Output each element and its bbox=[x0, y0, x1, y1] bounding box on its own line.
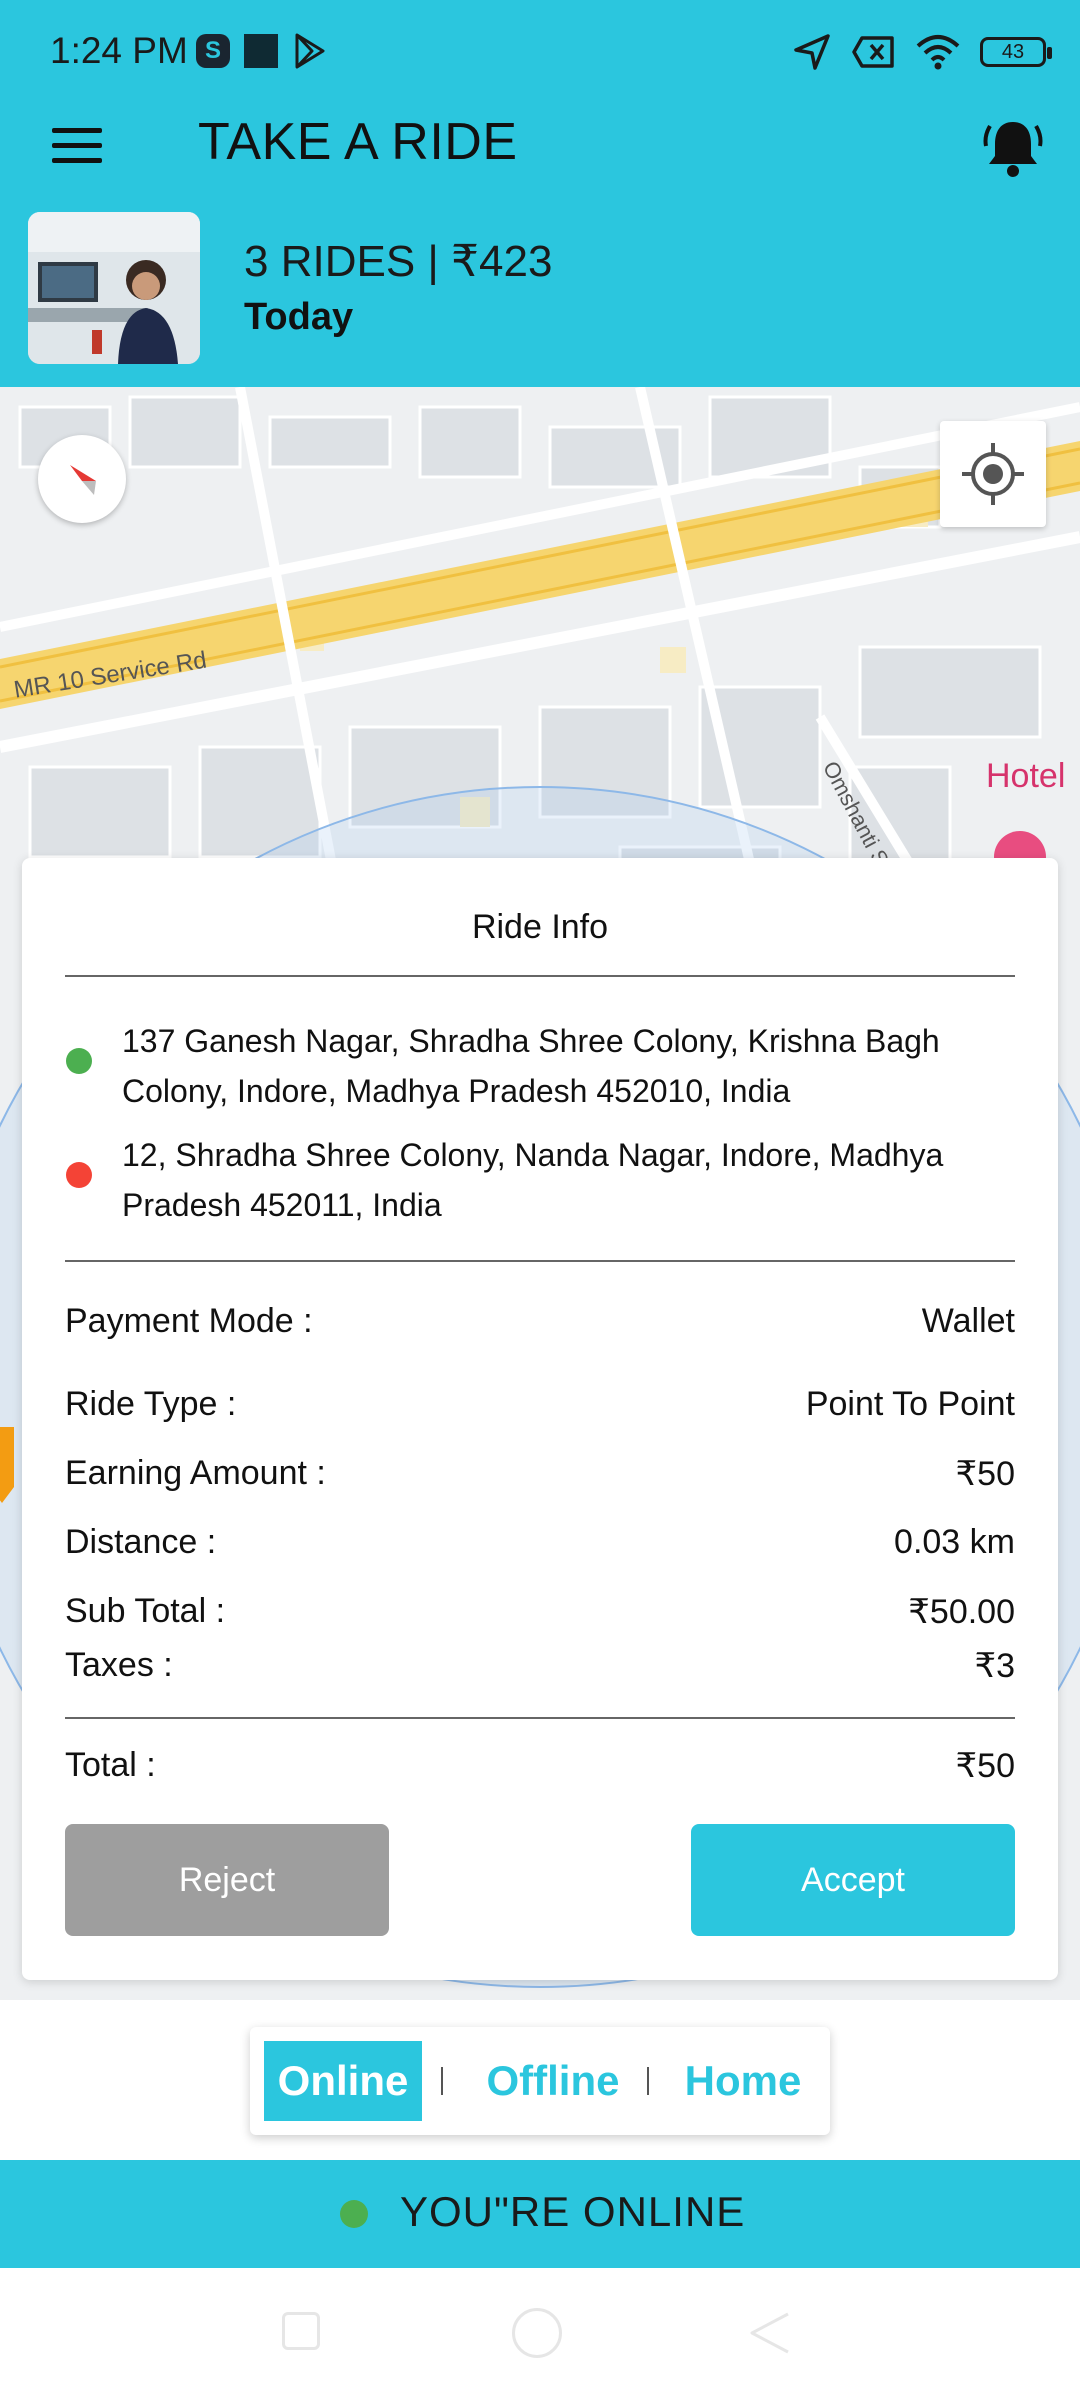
page-title: TAKE A RIDE bbox=[198, 113, 518, 171]
row-label: Taxes : bbox=[65, 1646, 173, 1684]
total-row: Total : ₹50 bbox=[65, 1746, 1015, 1796]
signal-off-icon bbox=[852, 36, 894, 68]
battery-icon: 43 bbox=[980, 37, 1052, 67]
app-notification-icon bbox=[244, 34, 278, 68]
row-label: Distance : bbox=[65, 1523, 217, 1561]
divider bbox=[65, 1717, 1015, 1719]
driver-avatar[interactable] bbox=[28, 212, 200, 364]
my-location-icon[interactable] bbox=[940, 421, 1046, 527]
row-value: Point To Point bbox=[805, 1385, 1015, 1423]
play-store-icon bbox=[295, 33, 325, 69]
row-value: Wallet bbox=[921, 1302, 1015, 1340]
divider bbox=[65, 975, 1015, 977]
period-label: Today bbox=[244, 296, 354, 338]
row-value: ₹50 bbox=[955, 1455, 1015, 1493]
drop-address: 12, Shradha Shree Colony, Nanda Nagar, I… bbox=[122, 1137, 944, 1223]
recents-icon[interactable] bbox=[282, 2312, 320, 2350]
row-value: ₹3 bbox=[974, 1647, 1015, 1685]
poi-label[interactable]: Hotel bbox=[986, 757, 1065, 796]
ride-info-card: Ride Info 137 Ganesh Nagar, Shradha Shre… bbox=[22, 858, 1058, 1980]
system-nav-bar bbox=[0, 2268, 1080, 2400]
online-status-banner: YOU"RE ONLINE bbox=[0, 2160, 1080, 2268]
ride-info-title: Ride Info bbox=[471, 908, 609, 946]
separator bbox=[647, 2067, 649, 2095]
wifi-icon bbox=[916, 35, 960, 70]
mode-switcher: Online Offline Home bbox=[250, 2027, 830, 2135]
total-label: Total : bbox=[65, 1746, 156, 1784]
row-label: Earning Amount : bbox=[65, 1454, 326, 1492]
rides-summary: 3 RIDES | ₹423 bbox=[244, 237, 553, 286]
ride-type-row: Ride Type : Point To Point bbox=[65, 1385, 1015, 1435]
earning-amount-row: Earning Amount : ₹50 bbox=[65, 1454, 1015, 1504]
row-label: Sub Total : bbox=[65, 1592, 226, 1630]
home-tab[interactable]: Home bbox=[674, 2041, 812, 2121]
online-dot-icon bbox=[340, 2200, 368, 2228]
app-header: 1:24 PM S 43 TAKE A RIDE 3 RIDES | ₹423 … bbox=[0, 0, 1080, 387]
back-icon[interactable] bbox=[746, 2308, 796, 2358]
navigation-arrow-icon bbox=[794, 34, 830, 70]
taxes-row: Taxes : ₹3 bbox=[65, 1646, 1015, 1696]
distance-row: Distance : 0.03 km bbox=[65, 1523, 1015, 1573]
accept-button[interactable]: Accept bbox=[691, 1824, 1015, 1936]
row-value: 0.03 km bbox=[894, 1523, 1015, 1561]
reject-button[interactable]: Reject bbox=[65, 1824, 389, 1936]
row-value: ₹50.00 bbox=[908, 1593, 1015, 1631]
status-icons: 43 bbox=[792, 30, 1052, 74]
offline-tab[interactable]: Offline bbox=[478, 2041, 628, 2121]
compass-icon[interactable] bbox=[38, 435, 126, 523]
menu-icon[interactable] bbox=[52, 128, 102, 168]
pickup-address: 137 Ganesh Nagar, Shradha Shree Colony, … bbox=[122, 1023, 940, 1109]
online-status-text: YOU"RE ONLINE bbox=[400, 2188, 746, 2235]
status-time: 1:24 PM bbox=[50, 30, 188, 71]
bell-icon[interactable] bbox=[982, 116, 1044, 180]
skype-notification-icon: S bbox=[196, 34, 230, 68]
drop-dot-icon bbox=[66, 1162, 92, 1188]
row-label: Payment Mode : bbox=[65, 1302, 313, 1340]
pickup-dot-icon bbox=[66, 1048, 92, 1074]
online-tab[interactable]: Online bbox=[264, 2041, 422, 2121]
home-icon[interactable] bbox=[512, 2308, 562, 2358]
total-value: ₹50 bbox=[955, 1747, 1015, 1785]
row-label: Ride Type : bbox=[65, 1385, 237, 1423]
sub-total-row: Sub Total : ₹50.00 bbox=[65, 1592, 1015, 1642]
payment-mode-row: Payment Mode : Wallet bbox=[65, 1302, 1015, 1352]
divider bbox=[65, 1260, 1015, 1262]
separator bbox=[441, 2067, 443, 2095]
status-bar: 1:24 PM S 43 bbox=[0, 0, 1080, 100]
